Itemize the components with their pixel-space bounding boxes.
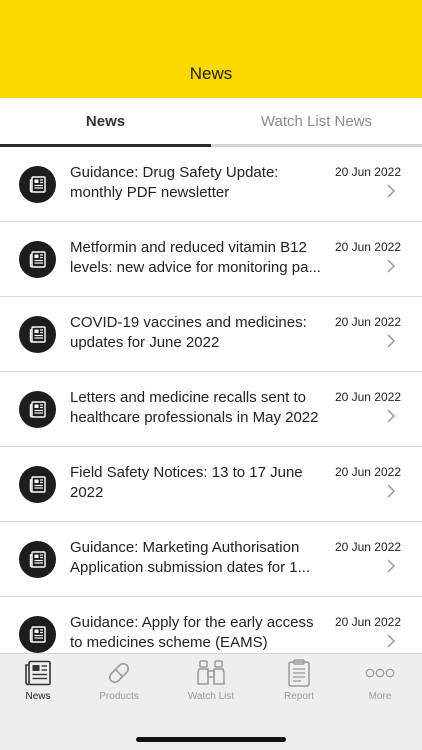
news-row[interactable]: Guidance: Marketing Authorisation Applic…	[0, 522, 422, 597]
news-title: Guidance: Drug Safety Update: monthly PD…	[70, 164, 279, 201]
nav-report[interactable]: Report	[257, 659, 341, 705]
news-row[interactable]: Guidance: Apply for the early access to …	[0, 597, 422, 653]
tab-news[interactable]: News	[0, 98, 211, 144]
nav-more[interactable]: More	[338, 659, 422, 705]
chevron-right-icon	[387, 559, 396, 573]
newspaper-icon	[19, 391, 56, 428]
news-title: Guidance: Marketing Authorisation Applic…	[70, 539, 311, 576]
page-title: News	[189, 64, 233, 83]
news-title: Guidance: Apply for the early access to …	[70, 614, 314, 651]
newspaper-icon	[19, 616, 56, 653]
news-title: COVID-19 vaccines and medicines: updates…	[70, 314, 307, 351]
chevron-right-icon	[387, 334, 396, 348]
nav-more-label: More	[368, 691, 392, 702]
nav-watch-list[interactable]: Watch List	[169, 659, 253, 705]
news-title: Metformin and reduced vitamin B12 levels…	[70, 239, 321, 276]
pill-icon	[104, 659, 134, 687]
newspaper-icon	[19, 316, 56, 353]
home-indicator[interactable]	[136, 737, 286, 742]
more-dots-icon	[365, 659, 395, 687]
news-title: Field Safety Notices: 13 to 17 June 2022	[70, 464, 303, 501]
news-list[interactable]: Guidance: Drug Safety Update: monthly PD…	[0, 147, 422, 653]
chevron-right-icon	[387, 259, 396, 273]
news-date: 20 Jun 2022	[334, 165, 401, 179]
news-date: 20 Jun 2022	[334, 315, 401, 329]
news-date: 20 Jun 2022	[334, 390, 401, 404]
binoculars-icon	[196, 659, 226, 687]
tab-bar: News Watch List News	[0, 98, 422, 147]
app-header: News	[0, 0, 422, 98]
tab-watch-list-news[interactable]: Watch List News	[211, 98, 422, 144]
clipboard-icon	[284, 659, 314, 687]
news-date: 20 Jun 2022	[334, 540, 401, 554]
chevron-right-icon	[387, 634, 396, 648]
chevron-right-icon	[387, 409, 396, 423]
news-row[interactable]: Field Safety Notices: 13 to 17 June 2022…	[0, 447, 422, 522]
chevron-right-icon	[387, 184, 396, 198]
chevron-right-icon	[387, 484, 396, 498]
news-date: 20 Jun 2022	[334, 465, 401, 479]
news-row[interactable]: Guidance: Drug Safety Update: monthly PD…	[0, 147, 422, 222]
nav-report-label: Report	[283, 691, 314, 702]
news-row[interactable]: COVID-19 vaccines and medicines: updates…	[0, 297, 422, 372]
news-row[interactable]: Metformin and reduced vitamin B12 levels…	[0, 222, 422, 297]
nav-news-label: News	[25, 691, 51, 702]
newspaper-icon	[19, 466, 56, 503]
bottom-tab-bar: News Products Watch List Report More	[0, 653, 422, 750]
news-date: 20 Jun 2022	[334, 615, 401, 629]
nav-news[interactable]: News	[0, 659, 80, 705]
newspaper-icon	[19, 241, 56, 278]
nav-products[interactable]: Products	[77, 659, 161, 705]
newspaper-icon	[19, 166, 56, 203]
news-row[interactable]: Letters and medicine recalls sent to hea…	[0, 372, 422, 447]
nav-products-label: Products	[99, 691, 139, 702]
nav-watch-list-label: Watch List	[187, 691, 235, 702]
news-title: Letters and medicine recalls sent to hea…	[70, 389, 319, 426]
newspaper-icon	[19, 541, 56, 578]
news-date: 20 Jun 2022	[334, 240, 401, 254]
newspaper-icon	[23, 659, 53, 687]
